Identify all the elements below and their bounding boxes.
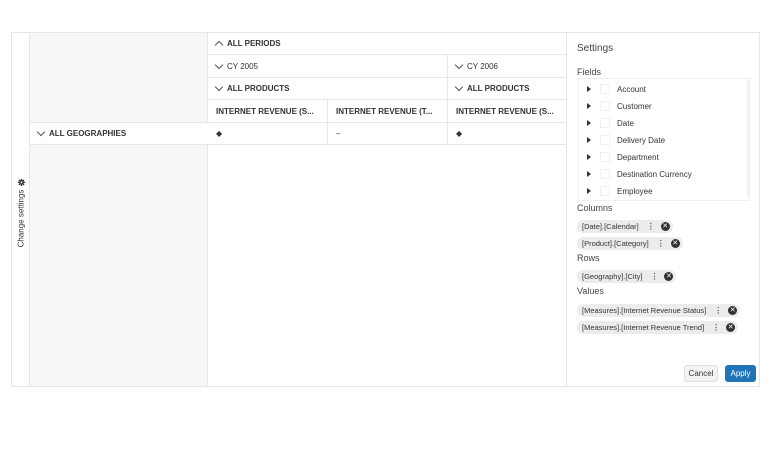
field-checkbox[interactable] [600, 169, 610, 179]
expand-arrow-icon[interactable] [587, 137, 591, 143]
expand-arrow-icon[interactable] [587, 120, 591, 126]
cancel-button[interactable]: Cancel [684, 365, 718, 382]
row-header-all-geographies[interactable]: ALL GEOGRAPHIES [30, 123, 208, 145]
row-header-area [30, 33, 208, 386]
field-item[interactable]: Date [587, 115, 634, 131]
status-diamond-icon: ◆ [216, 129, 223, 138]
row-header-corner [30, 100, 208, 123]
column-header-all-products-2005[interactable]: ALL PRODUCTS [208, 78, 447, 100]
change-settings-toggle[interactable]: Change settings [16, 178, 26, 248]
data-cell[interactable]: ◆ [447, 123, 566, 145]
status-diamond-icon: ◆ [456, 129, 463, 138]
fields-label: Fields [577, 67, 602, 77]
expand-arrow-icon[interactable] [587, 154, 591, 160]
expand-arrow-icon[interactable] [587, 103, 591, 109]
column-header-cy-2006[interactable]: CY 2006 [447, 55, 566, 78]
field-checkbox[interactable] [600, 135, 610, 145]
more-vert-icon[interactable]: ⋮ [647, 222, 655, 231]
close-icon[interactable]: ✕ [670, 239, 680, 248]
settings-title: Settings [577, 43, 614, 54]
data-cell[interactable]: ◆ [208, 123, 327, 145]
close-icon[interactable]: ✕ [664, 272, 674, 281]
chevron-down-icon [454, 60, 464, 69]
chevron-down-icon [214, 60, 224, 69]
fields-scrollbar[interactable] [747, 80, 749, 198]
fields-list[interactable]: Account Customer Date Delivery Date Depa [578, 78, 750, 201]
field-item[interactable]: Department [587, 149, 659, 165]
expand-arrow-icon[interactable] [587, 86, 591, 92]
measure-header[interactable]: INTERNET REVENUE (S... [208, 100, 327, 123]
more-vert-icon[interactable]: ⋮ [712, 323, 720, 332]
expand-arrow-icon[interactable] [587, 188, 591, 194]
close-icon[interactable]: ✕ [660, 222, 670, 231]
data-cell[interactable]: – [327, 123, 447, 145]
columns-label: Columns [577, 203, 613, 213]
chevron-up-icon [214, 40, 224, 50]
field-checkbox[interactable] [600, 84, 610, 94]
field-item[interactable]: Customer [587, 98, 652, 114]
more-vert-icon[interactable]: ⋮ [657, 239, 665, 248]
expand-arrow-icon[interactable] [587, 171, 591, 177]
measure-header[interactable]: INTERNET REVENUE (T... [327, 100, 447, 123]
row-chip[interactable]: [Geography].[City] ⋮ ✕ [577, 270, 677, 283]
pivot-grid: ALL PERIODS CY 2005 CY 2006 ALL PRODUCTS… [30, 33, 566, 386]
more-vert-icon[interactable]: ⋮ [650, 272, 658, 281]
measure-header[interactable]: INTERNET REVENUE (S... [447, 100, 566, 123]
column-header-cy-2005[interactable]: CY 2005 [208, 55, 447, 78]
more-vert-icon[interactable]: ⋮ [714, 306, 722, 315]
change-settings-label: Change settings [16, 189, 26, 248]
values-label: Values [577, 286, 604, 296]
field-checkbox[interactable] [600, 101, 610, 111]
column-header-all-periods[interactable]: ALL PERIODS [208, 33, 566, 55]
field-item[interactable]: Employee [587, 183, 653, 199]
rows-label: Rows [577, 253, 600, 263]
pivot-gridlayout: Change settings ALL PERIODS CY 2005 CY 2… [11, 32, 760, 387]
field-checkbox[interactable] [600, 152, 610, 162]
field-item[interactable]: Destination Currency [587, 166, 692, 182]
close-icon[interactable]: ✕ [728, 306, 738, 315]
trend-dash-icon: – [336, 129, 341, 138]
gear-icon [17, 178, 25, 187]
chevron-down-icon [454, 82, 464, 92]
chevron-down-icon [214, 82, 224, 92]
chevron-down-icon [36, 127, 46, 137]
column-header-all-products-2006[interactable]: ALL PRODUCTS [447, 78, 566, 100]
value-chip[interactable]: [Measures].[Internet Revenue Status] ⋮ ✕ [577, 304, 741, 317]
settings-panel: Settings Fields Account Customer Date De… [566, 33, 761, 386]
column-chip[interactable]: [Product].[Category] ⋮ ✕ [577, 237, 683, 250]
field-checkbox[interactable] [600, 118, 610, 128]
field-checkbox[interactable] [600, 186, 610, 196]
close-icon[interactable]: ✕ [726, 323, 736, 332]
value-chip[interactable]: [Measures].[Internet Revenue Trend] ⋮ ✕ [577, 321, 739, 334]
apply-button[interactable]: Apply [725, 365, 756, 382]
column-chip[interactable]: [Date].[Calendar] ⋮ ✕ [577, 220, 673, 233]
settings-strip[interactable]: Change settings [12, 33, 30, 386]
field-item[interactable]: Account [587, 81, 646, 97]
field-item[interactable]: Delivery Date [587, 132, 665, 148]
